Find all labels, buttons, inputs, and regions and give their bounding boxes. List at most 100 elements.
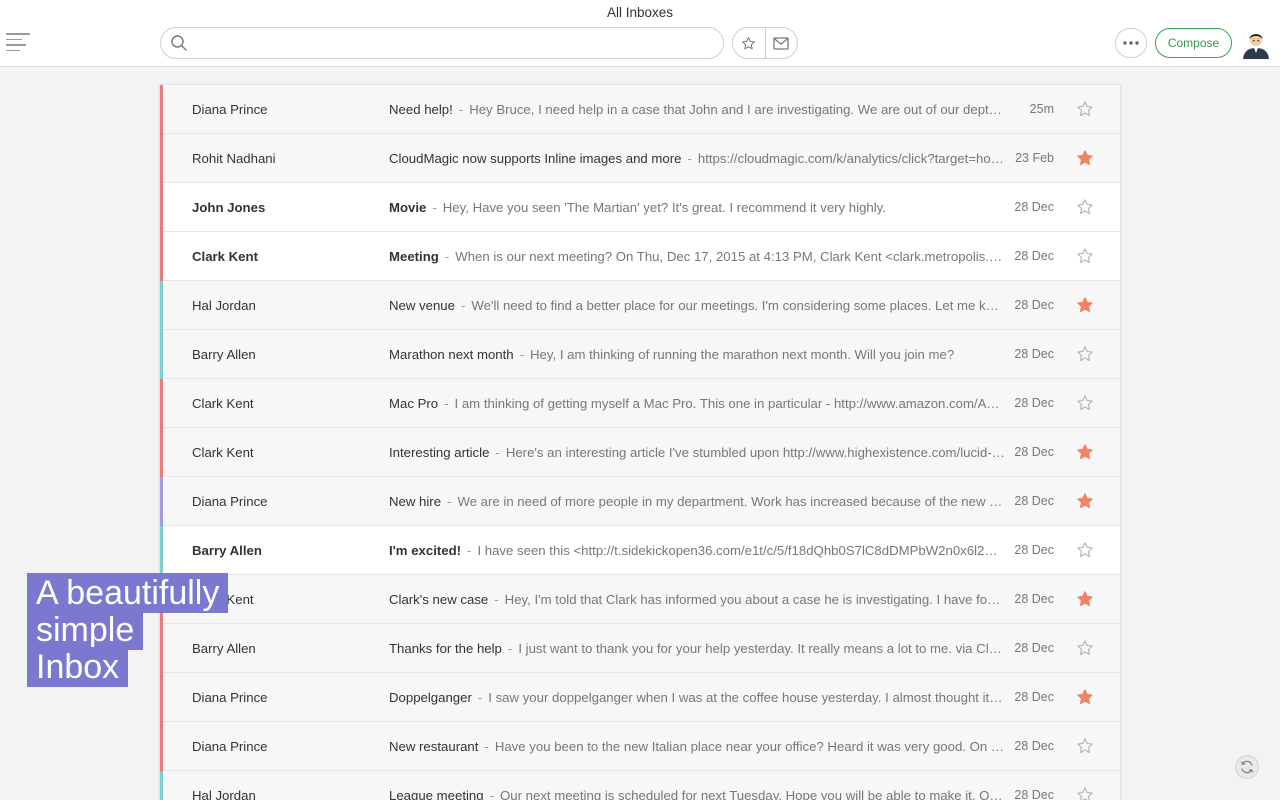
email-date: 25m — [1029, 102, 1054, 116]
email-subject: I'm excited! — [389, 543, 462, 558]
star-icon[interactable] — [1076, 541, 1094, 559]
hamburger-menu-icon[interactable] — [6, 33, 30, 53]
star-icon[interactable] — [1076, 639, 1094, 657]
email-row[interactable]: Diana Prince New hire - We are in need of m… — [160, 477, 1120, 526]
email-sender: Diana Prince — [192, 690, 268, 705]
email-preview: I have seen this <http://t.sidekickopen3… — [477, 543, 1005, 558]
email-subject: Clark's new case — [389, 592, 489, 607]
email-date: 28 Dec — [1014, 298, 1054, 312]
email-date: 28 Dec — [1014, 249, 1054, 263]
caption-line-1: A beautifully simple — [27, 573, 229, 650]
separator: - — [444, 249, 450, 264]
search-input[interactable] — [197, 33, 712, 53]
email-preview: I just want to thank you for your help y… — [518, 641, 1005, 656]
email-content: New venue - We'll need to find a better pl… — [389, 298, 1005, 313]
search-bar[interactable] — [160, 27, 724, 59]
email-date: 28 Dec — [1014, 690, 1054, 704]
email-content: New restaurant - Have you been to the new … — [389, 739, 1005, 754]
email-sender: Clark Kent — [192, 445, 254, 460]
email-sender: Diana Prince — [192, 739, 268, 754]
email-sender: Barry Allen — [192, 347, 256, 362]
email-row[interactable]: Barry Allen I'm excited! - I have seen this… — [160, 526, 1120, 575]
email-preview: Our next meeting is scheduled for next T… — [500, 788, 1005, 800]
star-icon[interactable] — [1076, 737, 1094, 755]
search-icon — [171, 35, 187, 51]
email-preview: I am thinking of getting myself a Mac Pr… — [454, 396, 1005, 411]
unread-filter-button[interactable] — [764, 28, 797, 58]
star-icon[interactable] — [1076, 688, 1094, 706]
more-options-button[interactable] — [1115, 28, 1147, 58]
email-subject: League meeting — [389, 788, 484, 800]
email-subject: Need help! — [389, 102, 453, 117]
star-icon[interactable] — [1076, 296, 1094, 314]
separator: - — [519, 347, 525, 362]
starred-filter-button[interactable] — [733, 28, 765, 58]
star-icon[interactable] — [1076, 492, 1094, 510]
account-color-bar — [160, 183, 163, 232]
email-subject: Mac Pro — [389, 396, 439, 411]
account-color-bar — [160, 134, 163, 183]
email-content: Mac Pro - I am thinking of getting myself … — [389, 396, 1005, 411]
email-preview: Hey Bruce, I need help in a case that Jo… — [469, 102, 1005, 117]
avatar[interactable] — [1240, 27, 1272, 59]
compose-button[interactable]: Compose — [1155, 28, 1232, 58]
email-date: 28 Dec — [1014, 494, 1054, 508]
email-preview: Hey, I am thinking of running the marath… — [530, 347, 955, 362]
account-color-bar — [160, 526, 163, 575]
email-sender: Hal Jordan — [192, 298, 256, 313]
star-icon — [742, 36, 756, 49]
email-row[interactable]: John Jones Movie - Hey, Have you seen 'The … — [160, 183, 1120, 232]
email-row[interactable]: Diana Prince New restaurant - Have you been… — [160, 722, 1120, 771]
account-color-bar — [160, 232, 163, 281]
star-icon[interactable] — [1076, 149, 1094, 167]
email-row[interactable]: Rohit Nadhani CloudMagic now supports Inl… — [160, 134, 1120, 183]
window-title: All Inboxes — [606, 5, 674, 20]
email-subject: Thanks for the help — [389, 641, 502, 656]
email-row[interactable]: Hal Jordan League meeting - Our next meetin… — [160, 771, 1120, 800]
email-sender: Diana Prince — [192, 494, 268, 509]
separator: - — [489, 788, 494, 800]
email-sender: Hal Jordan — [192, 788, 256, 800]
email-preview: I saw your doppelganger when I was at th… — [488, 690, 1005, 705]
email-subject: New hire — [389, 494, 442, 509]
star-icon[interactable] — [1076, 394, 1094, 412]
email-preview: When is our next meeting? On Thu, Dec 17… — [455, 249, 1005, 264]
email-sender: Clark Kent — [192, 249, 258, 264]
email-date: 28 Dec — [1014, 641, 1054, 655]
email-row[interactable]: Barry Allen Marathon next month - Hey, I am… — [160, 330, 1120, 379]
separator: - — [447, 494, 452, 509]
separator: - — [477, 690, 483, 705]
star-icon[interactable] — [1076, 590, 1094, 608]
email-date: 23 Feb — [1015, 151, 1054, 165]
email-subject: New venue — [389, 298, 455, 313]
email-row[interactable]: Hal Jordan New venue - We'll need to find a… — [160, 281, 1120, 330]
star-icon[interactable] — [1076, 786, 1094, 800]
email-content: New hire - We are in need of more people i… — [389, 494, 1005, 509]
email-date: 28 Dec — [1014, 788, 1054, 800]
account-color-bar — [160, 771, 163, 800]
separator: - — [458, 102, 464, 117]
email-row[interactable]: Clark Kent Mac Pro - I am thinking of getti… — [160, 379, 1120, 428]
email-row[interactable]: Diana Prince Need help! - Hey Bruce, I need… — [160, 85, 1120, 134]
email-date: 28 Dec — [1014, 200, 1054, 214]
email-sender: Barry Allen — [192, 543, 262, 558]
email-content: Movie - Hey, Have you seen 'The Martian' y… — [389, 200, 1005, 215]
separator: - — [495, 445, 500, 460]
email-preview: https://cloudmagic.com/k/analytics/click… — [697, 151, 1005, 166]
email-sender: Clark Kent — [192, 396, 254, 411]
email-row[interactable]: Clark Kent Interesting article - Here's an … — [160, 428, 1120, 477]
email-subject: Interesting article — [389, 445, 490, 460]
email-row[interactable]: Clark Kent Meeting - When is our next meeti… — [160, 232, 1120, 281]
star-icon[interactable] — [1076, 100, 1094, 118]
email-preview: Hey, Have you seen 'The Martian' yet? It… — [442, 200, 886, 215]
star-icon[interactable] — [1076, 198, 1094, 216]
star-icon[interactable] — [1076, 247, 1094, 265]
star-icon[interactable] — [1076, 443, 1094, 461]
star-icon[interactable] — [1076, 345, 1094, 363]
email-content: CloudMagic now supports Inline images an… — [389, 151, 1005, 166]
sync-button[interactable] — [1235, 755, 1259, 779]
account-color-bar — [160, 85, 163, 134]
separator: - — [432, 200, 437, 215]
top-toolbar: All Inboxes Compose — [0, 0, 1280, 67]
separator: - — [467, 543, 472, 558]
